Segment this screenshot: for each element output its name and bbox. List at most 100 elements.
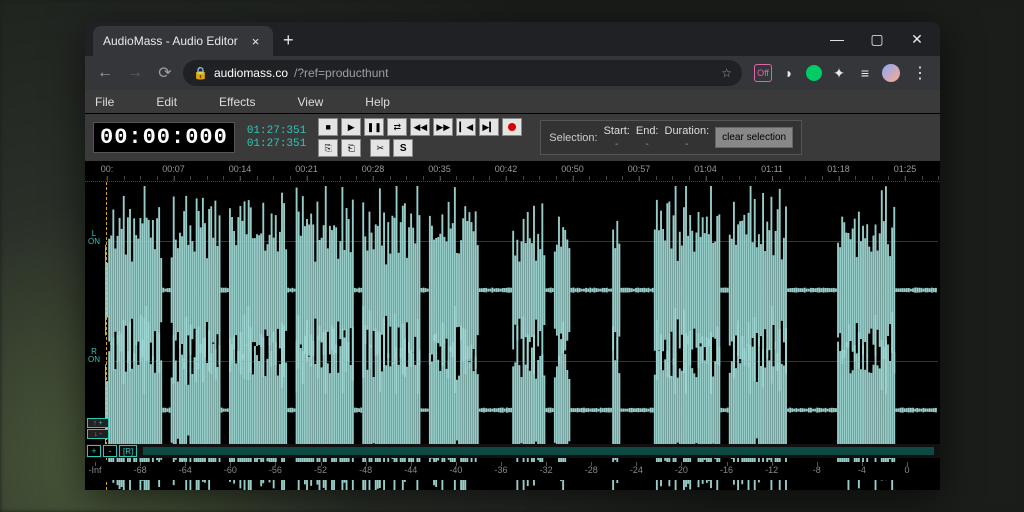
- extensions: Off ◗ ✦ ≡ ⋮: [754, 63, 932, 83]
- ruler-tick: 00:42: [495, 164, 518, 174]
- db-tick: -52: [314, 465, 327, 475]
- db-tick: -12: [765, 465, 778, 475]
- ruler-tick: 00:28: [362, 164, 385, 174]
- ruler-tick: 00:21: [295, 164, 318, 174]
- back-icon[interactable]: ←: [93, 61, 117, 85]
- menu-view[interactable]: View: [298, 95, 324, 109]
- titlebar: AudioMass - Audio Editor × + — ▢ ✕: [85, 22, 940, 56]
- gain-down-button[interactable]: ↓ -: [87, 429, 109, 439]
- sel-dur-val: -: [685, 139, 688, 150]
- ruler-tick: 01:04: [694, 164, 717, 174]
- tab-title: AudioMass - Audio Editor: [103, 34, 238, 48]
- time-totals: 01:27:351 01:27:351: [247, 125, 306, 150]
- channel-right-label[interactable]: R ON: [87, 348, 101, 364]
- zoom-strip: + - [R]: [85, 444, 940, 458]
- zoom-reset-button[interactable]: [R]: [119, 445, 137, 457]
- zoom-out-button[interactable]: -: [103, 445, 117, 457]
- loop-button[interactable]: ⇄: [387, 118, 407, 136]
- ruler-tick: 00:50: [561, 164, 584, 174]
- minimize-icon[interactable]: —: [818, 25, 856, 53]
- new-tab-button[interactable]: +: [283, 30, 294, 51]
- time-total-2: 01:27:351: [247, 138, 306, 150]
- pause-button[interactable]: ❚❚: [364, 118, 384, 136]
- ruler-tick: 00:07: [162, 164, 185, 174]
- time-ruler[interactable]: 00: 00:07 00:14 00:21 00:28 00:35 00:42 00:50 00…: [85, 162, 940, 182]
- menu-edit[interactable]: Edit: [156, 95, 177, 109]
- db-tick: -68: [134, 465, 147, 475]
- sel-start-val: -: [615, 139, 618, 150]
- selection-label: Selection:: [549, 132, 597, 144]
- time-total-1: 01:27:351: [247, 125, 306, 137]
- ruler-tick: 00:57: [628, 164, 651, 174]
- toolbar: 00:00:000 01:27:351 01:27:351 ■ ▶ ❚❚ ⇄ ◀…: [85, 114, 940, 162]
- menubar: File Edit Effects View Help: [85, 90, 940, 114]
- db-tick: 0: [904, 465, 909, 475]
- transport-buttons: ■ ▶ ❚❚ ⇄ ◀◀ ▶▶ ▎◀ ▶▎ ⎘ ⎗ ✂ S: [318, 118, 522, 157]
- gain-up-button[interactable]: ↑ +: [87, 418, 109, 428]
- ext-off-icon[interactable]: Off: [754, 64, 772, 82]
- sel-end-val: -: [646, 139, 649, 150]
- prev-button[interactable]: ▎◀: [456, 118, 476, 136]
- star-icon[interactable]: ☆: [721, 66, 732, 80]
- window-controls: — ▢ ✕: [818, 22, 936, 56]
- db-tick: -64: [179, 465, 192, 475]
- zoom-in-button[interactable]: +: [87, 445, 101, 457]
- record-button[interactable]: [502, 118, 522, 136]
- audiomass-app: File Edit Effects View Help 00:00:000 01…: [85, 90, 940, 490]
- db-ruler: -Inf-68-64-60-56-52-48-44-40-36-32-28-24…: [85, 462, 940, 480]
- profile-avatar[interactable]: [882, 64, 900, 82]
- db-tick: -Inf: [88, 465, 101, 475]
- ext-equals-icon[interactable]: ≡: [856, 64, 874, 82]
- play-button[interactable]: ▶: [341, 118, 361, 136]
- cut-button[interactable]: ✂: [370, 139, 390, 157]
- browser-window: AudioMass - Audio Editor × + — ▢ ✕ ← → ⟳…: [85, 22, 940, 490]
- extensions-icon[interactable]: ✦: [830, 64, 848, 82]
- ext-tag-icon[interactable]: ◗: [780, 64, 798, 82]
- menu-help[interactable]: Help: [365, 95, 390, 109]
- db-tick: -28: [585, 465, 598, 475]
- browser-tab[interactable]: AudioMass - Audio Editor ×: [93, 26, 273, 56]
- db-tick: -44: [404, 465, 417, 475]
- reload-icon[interactable]: ⟳: [153, 61, 177, 85]
- waveform-left[interactable]: [105, 186, 938, 296]
- maximize-icon[interactable]: ▢: [858, 25, 896, 53]
- paste-button[interactable]: ⎗: [341, 139, 361, 157]
- close-window-icon[interactable]: ✕: [898, 25, 936, 53]
- db-tick: -32: [540, 465, 553, 475]
- stop-button[interactable]: ■: [318, 118, 338, 136]
- waveform-area[interactable]: L ON R ON ↑ + ↓ - + - [R] -Inf -68 -64 -60 -…: [85, 182, 940, 490]
- db-tick: -16: [720, 465, 733, 475]
- kebab-icon[interactable]: ⋮: [908, 63, 932, 83]
- url-host: audiomass.co: [214, 66, 288, 80]
- db-tick: -48: [359, 465, 372, 475]
- url-path: /?ref=producthunt: [294, 66, 388, 80]
- menu-effects[interactable]: Effects: [219, 95, 255, 109]
- forward-icon[interactable]: →: [123, 61, 147, 85]
- skip-back-button[interactable]: ◀◀: [410, 118, 430, 136]
- db-tick: -40: [449, 465, 462, 475]
- ruler-tick: 01:18: [827, 164, 850, 174]
- ext-grammarly-icon[interactable]: [806, 65, 822, 81]
- menu-file[interactable]: File: [95, 95, 114, 109]
- waveform-right[interactable]: [105, 306, 938, 416]
- ruler-tick: 00:14: [229, 164, 252, 174]
- db-tick: -4: [858, 465, 866, 475]
- ruler-tick: 00:: [101, 164, 114, 174]
- close-tab-icon[interactable]: ×: [252, 34, 260, 49]
- db-tick: -60: [224, 465, 237, 475]
- copy-button[interactable]: ⎘: [318, 139, 338, 157]
- db-tick: -24: [630, 465, 643, 475]
- next-button[interactable]: ▶▎: [479, 118, 499, 136]
- ruler-tick: 00:35: [428, 164, 451, 174]
- ruler-tick: 01:25: [894, 164, 917, 174]
- skip-fwd-button[interactable]: ▶▶: [433, 118, 453, 136]
- db-tick: -56: [269, 465, 282, 475]
- channel-left-label[interactable]: L ON: [87, 230, 101, 246]
- snap-button[interactable]: S: [393, 139, 413, 157]
- url-box[interactable]: 🔒 audiomass.co/?ref=producthunt ☆: [183, 60, 742, 86]
- sel-end-lbl: End:: [636, 125, 659, 137]
- sel-dur-lbl: Duration:: [665, 125, 710, 137]
- selection-box: Selection: Start:- End:- Duration:- clea…: [540, 120, 802, 155]
- zoom-scrollbar[interactable]: [143, 447, 934, 455]
- clear-selection-button[interactable]: clear selection: [715, 127, 793, 148]
